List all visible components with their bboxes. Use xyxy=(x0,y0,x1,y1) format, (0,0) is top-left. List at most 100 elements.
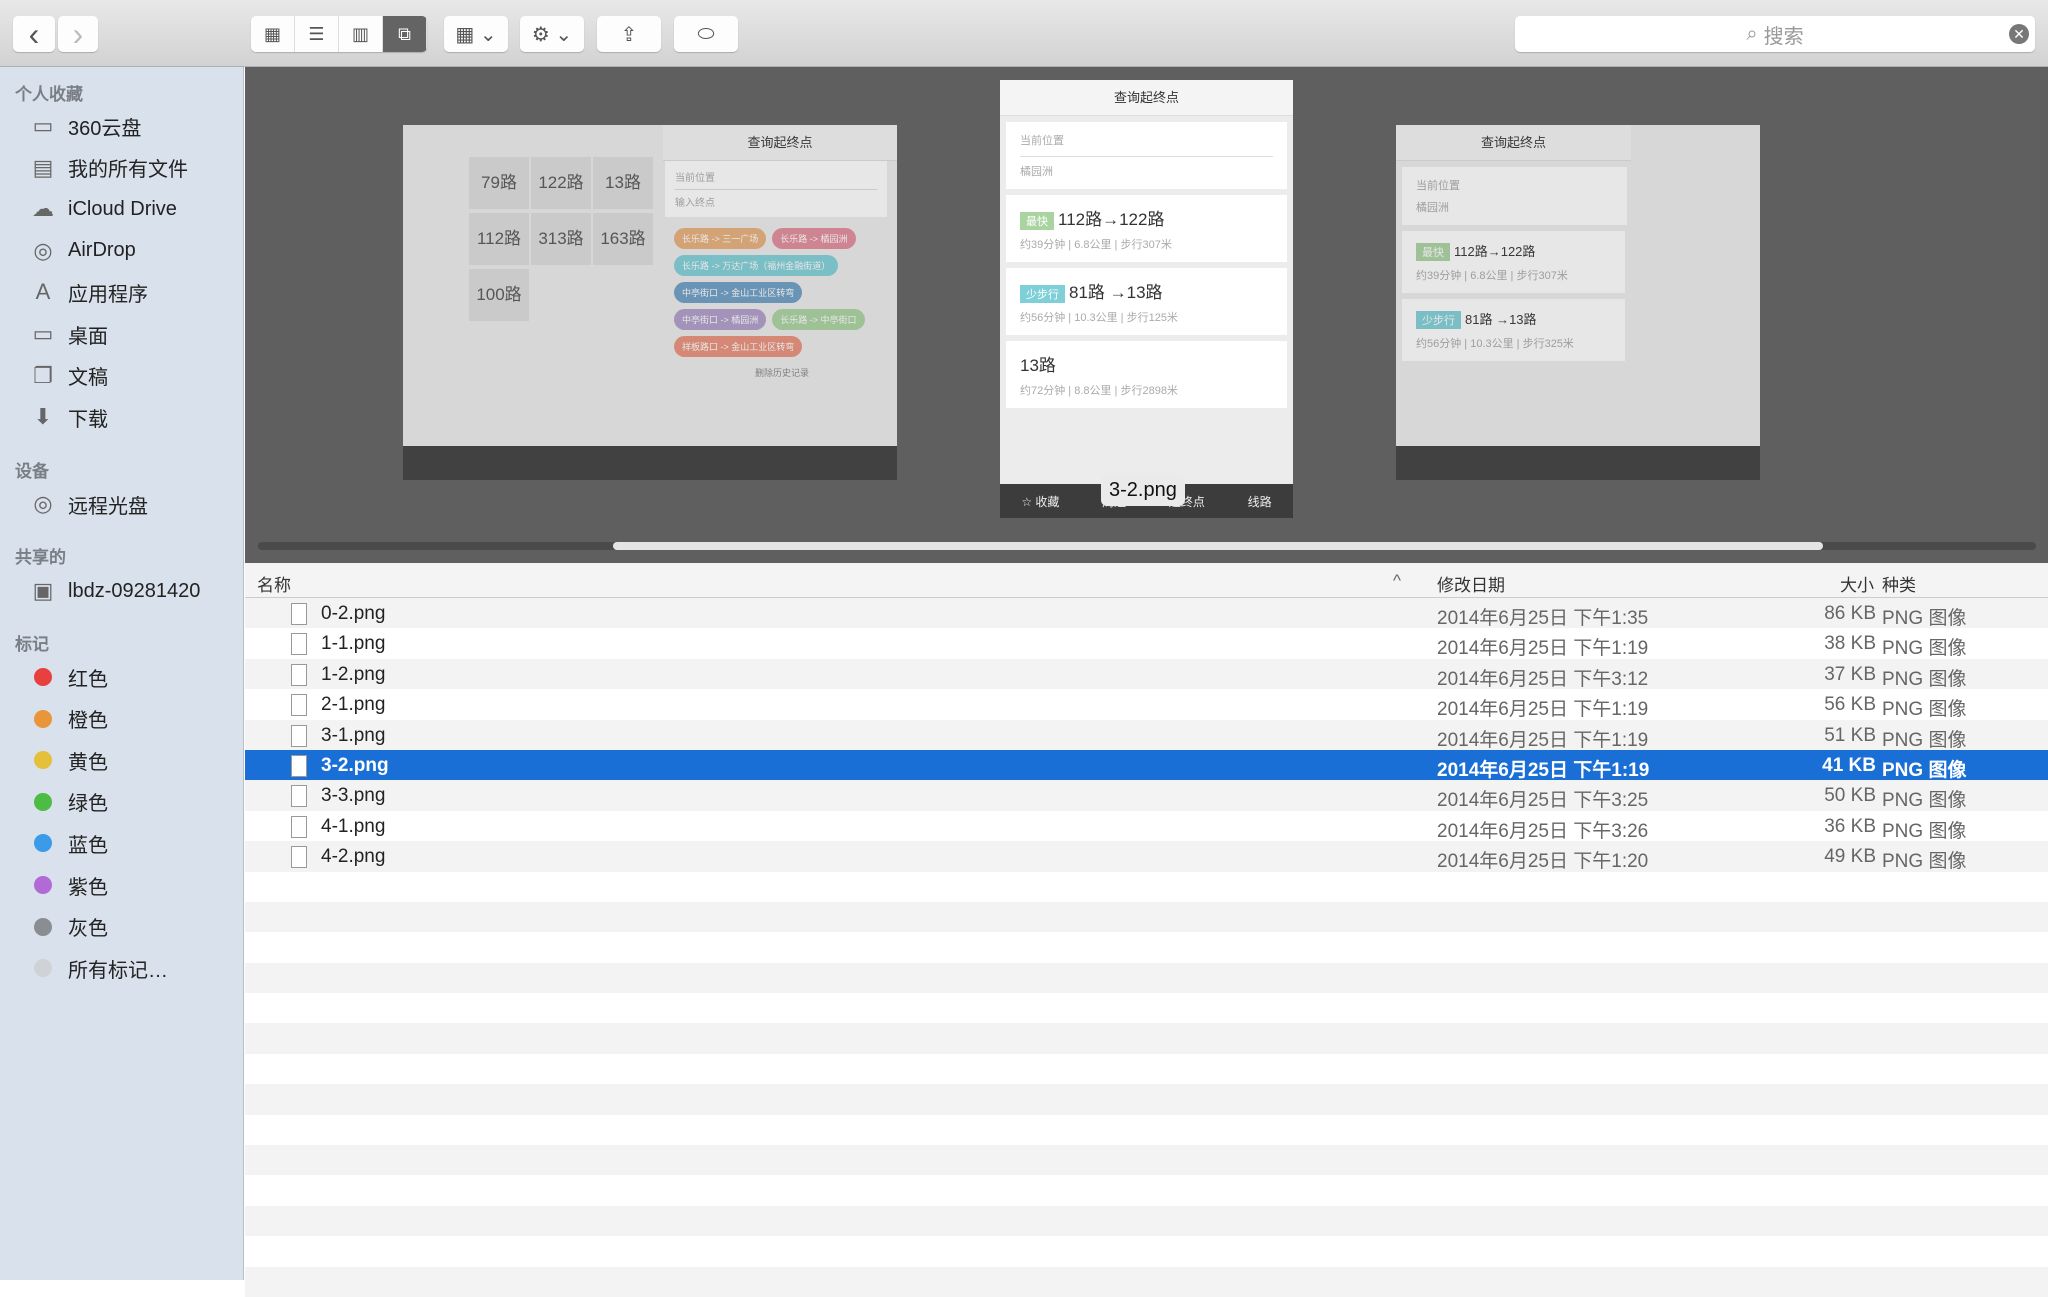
tag-color-dot-icon xyxy=(28,788,58,816)
footer-tab[interactable]: 线路 xyxy=(1248,493,1272,510)
file-row[interactable]: 4-1.png 2014年6月25日 下午3:26 36 KB PNG 图像 xyxy=(245,811,2048,842)
share-icon: ⇪ xyxy=(620,23,638,46)
history-item: 长乐路 -> 三一广场 xyxy=(674,228,767,249)
left-route: 122路 xyxy=(531,157,591,209)
sidebar-item-tag-3[interactable]: 绿色 xyxy=(28,785,108,819)
left-route: 100路 xyxy=(469,269,529,321)
sidebar-item-tag-5[interactable]: 紫色 xyxy=(28,868,108,902)
preview-left[interactable]: 查询起终点 当前位置 输入终点 79路 122路 13路 112路 313路 163路 10… xyxy=(403,125,897,480)
column-view-button[interactable]: ▥ xyxy=(339,16,383,52)
airdrop-icon: ◎ xyxy=(33,237,53,263)
file-kind: PNG 图像 xyxy=(1882,699,1967,721)
file-size: 51 KB xyxy=(1824,724,1876,746)
sidebar-item-6[interactable]: ❐ 文稿 xyxy=(28,359,108,393)
file-date: 2014年6月25日 下午3:12 xyxy=(1437,668,1649,690)
sidebar-item-5[interactable]: ▭ 桌面 xyxy=(28,317,108,351)
file-row[interactable]: 1-1.png 2014年6月25日 下午1:19 38 KB PNG 图像 xyxy=(245,628,2048,660)
share-button[interactable]: ⇪ xyxy=(597,16,661,52)
sidebar-item-0[interactable]: ▭ 360云盘 xyxy=(28,109,142,143)
sidebar-item-1[interactable]: ▤ 我的所有文件 xyxy=(28,151,188,185)
file-name: 4-2.png xyxy=(321,846,386,868)
sidebar-item-label: 红色 xyxy=(68,668,108,691)
route-name: 13路 xyxy=(1020,356,1056,375)
tag-dot xyxy=(34,709,52,728)
tag-dot xyxy=(34,751,52,770)
folder-icon: ▭ xyxy=(32,113,54,138)
route-item[interactable]: 最快 112路→122路 约39分钟 | 6.8公里 | 步行307米 xyxy=(1006,195,1287,262)
file-size: 37 KB xyxy=(1824,663,1876,685)
to-field: 橘园洲 xyxy=(1020,166,1053,178)
sidebar-item-tag-2[interactable]: 黄色 xyxy=(28,743,108,777)
route-info: 约39分钟 | 6.8公里 | 步行307米 xyxy=(1020,239,1172,251)
empty-row xyxy=(245,1236,2048,1266)
forward-button[interactable]: › xyxy=(58,16,98,52)
scrollbar-thumb[interactable] xyxy=(613,542,1823,550)
sidebar-item-2[interactable]: ☁ iCloud Drive xyxy=(28,192,177,226)
file-name: 4-1.png xyxy=(321,815,386,837)
sidebar-item-3[interactable]: ◎ AirDrop xyxy=(28,234,135,268)
footer-tab[interactable]: ☆ 收藏 xyxy=(1021,493,1059,510)
cover-flow-scrollbar[interactable] xyxy=(258,542,2036,550)
file-row[interactable]: 3-1.png 2014年6月25日 下午1:19 51 KB PNG 图像 xyxy=(245,719,2048,751)
file-kind: PNG 图像 xyxy=(1882,608,1967,629)
sidebar-item-7[interactable]: ⬇ 下载 xyxy=(28,400,108,434)
search-icon: ⌕ xyxy=(1746,22,1758,45)
cover-flow-view-button[interactable]: ⧉ xyxy=(383,16,427,52)
column-kind[interactable]: 种类 xyxy=(1882,571,1916,596)
preview-right[interactable]: 查询起终点 当前位置 橘园洲 最快 112路→122路 约39分钟 | 6.8公里 |… xyxy=(1396,125,1760,480)
empty-row xyxy=(245,932,2048,962)
sidebar-item-label: 桌面 xyxy=(68,325,108,348)
sidebar-item-label: 所有标记… xyxy=(68,959,168,982)
tag-dot xyxy=(34,959,52,978)
disc-icon: ◎ xyxy=(33,491,53,516)
column-name[interactable]: 名称 xyxy=(257,571,291,596)
search-input[interactable]: ⌕ 搜索 ✕ xyxy=(1515,16,2035,52)
route-item[interactable]: 13路约72分钟 | 8.8公里 | 步行2898米 xyxy=(1006,341,1287,408)
sort-ascending-icon: ^ xyxy=(1393,571,1401,590)
column-size[interactable]: 大小 xyxy=(1840,571,1874,596)
toolbar: ‹ › ▦ ☰ ▥ ⧉ ▦ ⌄ ⚙ ⌄ ⇪ ⬭ ⌕ 搜索 ✕ xyxy=(0,0,2048,67)
route-tag: 少步行 xyxy=(1020,285,1065,303)
sidebar-item-4[interactable]: A 应用程序 xyxy=(28,275,148,309)
file-date: 2014年6月25日 下午1:20 xyxy=(1437,851,1649,873)
sidebar-item-tag-0[interactable]: 红色 xyxy=(28,660,108,694)
file-kind: PNG 图像 xyxy=(1882,638,1967,660)
sidebar-item-0[interactable]: ◎ 远程光盘 xyxy=(28,487,148,521)
file-row[interactable]: 4-2.png 2014年6月25日 下午1:20 49 KB PNG 图像 xyxy=(245,841,2048,873)
arrange-button[interactable]: ▦ ⌄ xyxy=(444,16,508,52)
left-route: 112路 xyxy=(469,213,529,265)
empty-row xyxy=(245,1023,2048,1054)
file-size: 38 KB xyxy=(1824,633,1876,655)
png-file-icon xyxy=(291,815,307,838)
list-view-button[interactable]: ☰ xyxy=(295,16,339,52)
file-list: 名称 ^ 修改日期 大小 种类 0-2.png 2014年6月25日 下午1:35… xyxy=(245,563,2048,1297)
column-date[interactable]: 修改日期 xyxy=(1437,571,1505,596)
tag-icon: ⬭ xyxy=(697,22,715,45)
file-row[interactable]: 0-2.png 2014年6月25日 下午1:35 86 KB PNG 图像 xyxy=(245,598,2048,629)
clear-search-icon[interactable]: ✕ xyxy=(2009,24,2029,44)
sidebar-item-0[interactable]: ▣ lbdz-09281420 xyxy=(28,574,201,608)
clear-history[interactable]: 删除历史记录 xyxy=(671,366,893,379)
file-row[interactable]: 2-1.png 2014年6月25日 下午1:19 56 KB PNG 图像 xyxy=(245,689,2048,721)
empty-row xyxy=(245,1205,2048,1237)
sidebar-item-tag-4[interactable]: 蓝色 xyxy=(28,826,108,860)
empty-row xyxy=(245,1084,2048,1115)
file-date: 2014年6月25日 下午1:19 xyxy=(1437,699,1649,721)
sidebar-item-tag-7[interactable]: 所有标记… xyxy=(28,951,168,985)
right-from: 当前位置 xyxy=(1416,180,1460,192)
sidebar-item-tag-6[interactable]: 灰色 xyxy=(28,910,108,944)
preview-center[interactable]: 查询起终点 当前位置 橘园洲 最快 112路→122路 约39分钟 | 6.8公里 … xyxy=(1000,80,1293,518)
back-button[interactable]: ‹ xyxy=(13,16,55,52)
file-name: 0-2.png xyxy=(321,603,386,624)
chevron-right-icon: › xyxy=(72,15,84,52)
file-row[interactable]: 1-2.png 2014年6月25日 下午3:12 37 KB PNG 图像 xyxy=(245,658,2048,690)
route-item[interactable]: 少步行 81路 →13路 约56分钟 | 10.3公里 | 步行125米 xyxy=(1006,268,1287,335)
route-info: 约72分钟 | 8.8公里 | 步行2898米 xyxy=(1020,385,1178,397)
tag-button[interactable]: ⬭ xyxy=(674,16,738,52)
file-row[interactable]: 3-3.png 2014年6月25日 下午3:25 50 KB PNG 图像 xyxy=(245,780,2048,811)
action-button[interactable]: ⚙ ⌄ xyxy=(520,16,584,52)
file-row[interactable]: 3-2.png 2014年6月25日 下午1:19 41 KB PNG 图像 xyxy=(245,749,2048,781)
route-name-row: 13路 xyxy=(1020,351,1273,376)
icon-view-button[interactable]: ▦ xyxy=(251,16,295,52)
sidebar-item-tag-1[interactable]: 橙色 xyxy=(28,702,108,736)
